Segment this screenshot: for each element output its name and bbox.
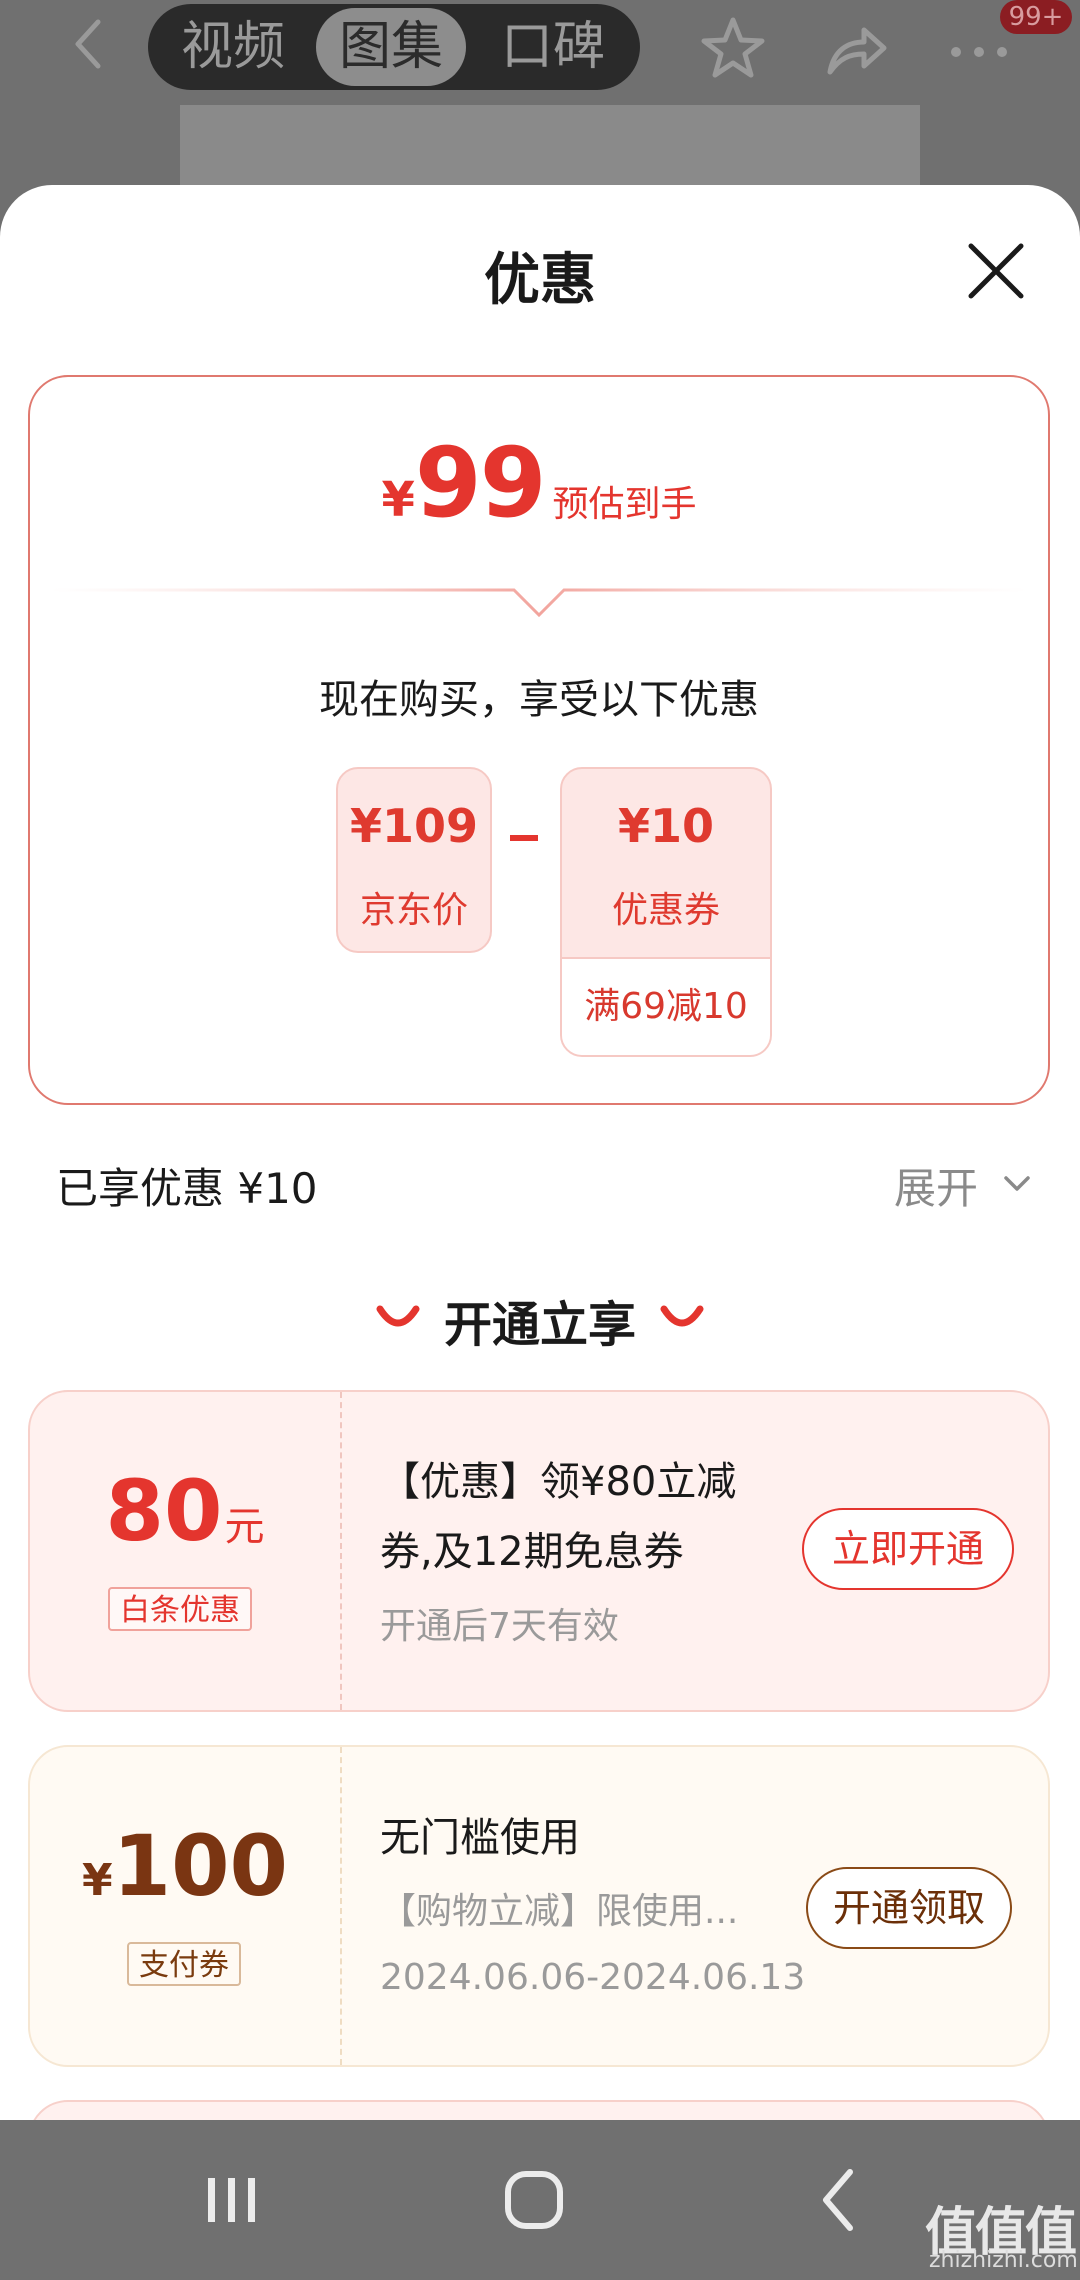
offer-title: 【优惠】领¥80立减券,及12期免息券 [380, 1459, 737, 1575]
system-nav-bar [0, 2120, 1080, 2280]
offer-currency: ¥ [82, 1855, 113, 1906]
close-icon[interactable] [965, 240, 1027, 302]
coupon-box: ¥10 优惠券 满69减10 [560, 767, 772, 1057]
offer-date-range: 2024.06.06-2024.06.13 [380, 1957, 806, 1998]
expand-button[interactable]: 展开 [894, 1155, 978, 1216]
next-offer-card-partial [28, 2100, 1050, 2120]
offer-amount-number: 100 [112, 1817, 288, 1915]
share-icon[interactable] [820, 14, 890, 84]
jd-price-value: ¥109 [349, 799, 479, 853]
offer-title: 无门槛使用 [380, 1815, 580, 1861]
watermark-url: zhizhizhi.com [929, 2248, 1078, 2273]
dashed-separator [340, 1392, 342, 1710]
activate-now-button[interactable]: 立即开通 [802, 1508, 1014, 1590]
offer-amount-number: 80 [105, 1462, 223, 1560]
section-title: 开通立享 [443, 1297, 636, 1353]
enjoyed-discount-text: 已享优惠 ¥10 [56, 1164, 318, 1213]
estimated-price: ¥99 预估到手 [30, 427, 1048, 539]
price-breakdown-card: ¥99 预估到手 现在购买，享受以下优惠 ¥109 京东价 ¥10 优惠券 满69… [28, 375, 1050, 1105]
coupon-condition: 满69减10 [562, 957, 770, 1055]
offer-amount: 80元 [30, 1462, 340, 1560]
buy-now-text: 现在购买，享受以下优惠 [319, 677, 759, 723]
star-icon[interactable] [698, 14, 768, 84]
home-icon[interactable] [494, 2160, 574, 2240]
back-nav-icon[interactable] [800, 2160, 880, 2240]
offer-amount: ¥100 [30, 1817, 340, 1915]
media-tab-switcher: 视频 图集 口碑 [148, 4, 640, 90]
activate-claim-button[interactable]: 开通领取 [806, 1867, 1012, 1949]
offer-tag: 支付券 [127, 1942, 241, 1986]
tab-gallery[interactable]: 图集 [316, 8, 466, 86]
back-icon[interactable] [60, 14, 120, 74]
offer-validity: 开通后7天有效 [380, 1606, 619, 1647]
payment-coupon-offer-card: ¥100 支付券 无门槛使用 【购物立减】限使用... 2024.06.06-2… [28, 1745, 1050, 2067]
message-badge: 99+ [1000, 0, 1072, 34]
sheet-title: 优惠 [484, 248, 596, 313]
coupon-value: ¥10 [617, 799, 715, 853]
site-watermark: 值值值 zhizhizhi.com [925, 2190, 1078, 2273]
chevron-down-icon[interactable] [1000, 1167, 1034, 1201]
jd-price-box: ¥109 京东价 [336, 767, 492, 953]
estimated-amount: 99 [414, 427, 547, 539]
pointer-divider [50, 588, 1028, 618]
offer-description: 【购物立减】限使用... [380, 1891, 739, 1932]
recent-apps-icon[interactable] [192, 2160, 272, 2240]
smile-decoration-icon [660, 1305, 704, 1327]
jd-price-label: 京东价 [359, 890, 468, 931]
estimated-label: 预估到手 [552, 484, 697, 525]
minus-sign [510, 835, 538, 841]
tab-reviews[interactable]: 口碑 [478, 8, 628, 86]
baitiao-offer-card: 80元 白条优惠 【优惠】领¥80立减券,及12期免息券 开通后7天有效 立即开… [28, 1390, 1050, 1712]
offer-tag: 白条优惠 [108, 1587, 252, 1631]
promotion-sheet: 优惠 ¥99 预估到手 现在购买，享受以下优惠 ¥109 京东价 ¥10 优惠券… [0, 185, 1080, 2120]
coupon-label: 优惠券 [611, 890, 720, 931]
offer-amount-unit: 元 [224, 1504, 265, 1550]
tab-video[interactable]: 视频 [158, 8, 308, 86]
dashed-separator [340, 1747, 342, 2065]
estimated-currency: ¥ [381, 472, 415, 528]
